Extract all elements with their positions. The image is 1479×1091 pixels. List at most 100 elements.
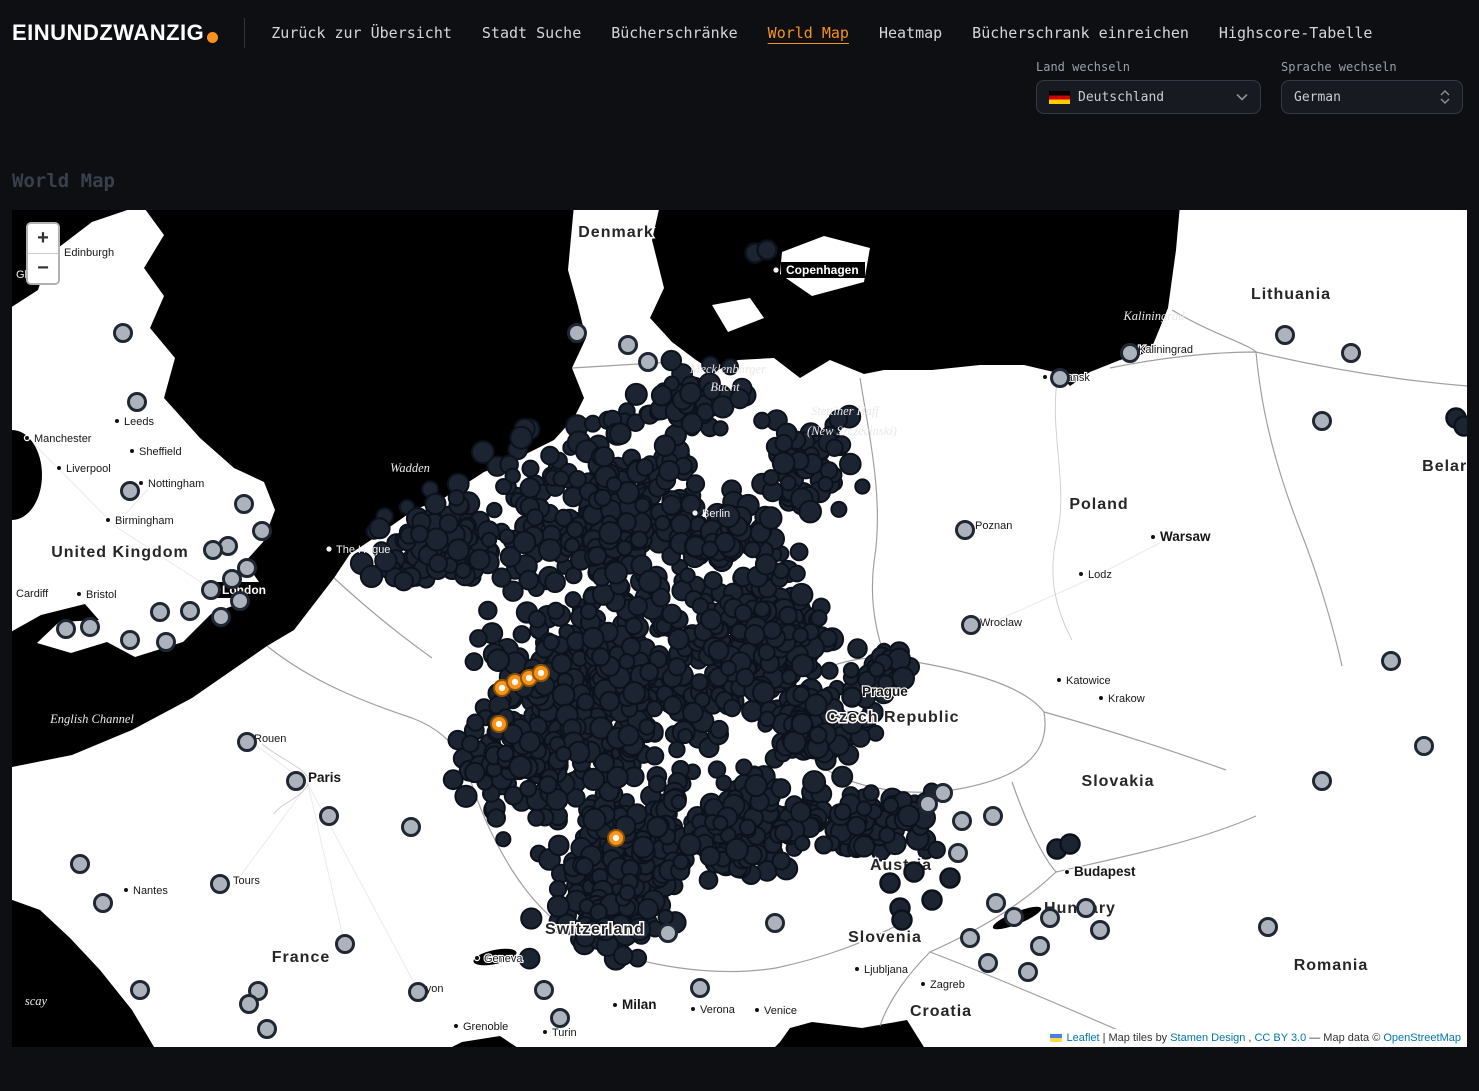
gray-map-marker[interactable]: [1020, 964, 1037, 981]
map-marker[interactable]: [496, 479, 511, 494]
dark-map-marker[interactable]: [893, 911, 912, 930]
map-marker[interactable]: [799, 501, 821, 523]
map-marker[interactable]: [669, 658, 686, 675]
map-marker[interactable]: [583, 809, 605, 831]
map-marker[interactable]: [595, 490, 611, 506]
map-marker[interactable]: [493, 569, 511, 587]
map-marker[interactable]: [639, 719, 654, 734]
map-marker[interactable]: [832, 767, 852, 787]
map-marker[interactable]: [566, 592, 581, 607]
gray-map-marker[interactable]: [122, 483, 139, 500]
map-marker[interactable]: [855, 479, 869, 493]
map-marker[interactable]: [795, 836, 809, 850]
map-marker[interactable]: [467, 715, 483, 731]
gray-map-marker[interactable]: [1032, 938, 1049, 955]
map-marker[interactable]: [821, 462, 838, 479]
map-marker[interactable]: [541, 447, 559, 465]
dark-map-marker[interactable]: [843, 688, 862, 707]
map-marker[interactable]: [835, 804, 851, 820]
map-marker[interactable]: [735, 605, 752, 622]
map-marker[interactable]: [898, 806, 919, 827]
map-marker[interactable]: [819, 477, 833, 491]
map-marker[interactable]: [674, 855, 689, 870]
map-marker[interactable]: [626, 618, 642, 634]
gray-map-marker[interactable]: [1314, 773, 1331, 790]
map-marker[interactable]: [671, 514, 691, 534]
gray-map-marker[interactable]: [241, 996, 258, 1013]
map-marker[interactable]: [840, 454, 861, 475]
map-marker[interactable]: [549, 836, 569, 856]
map-marker[interactable]: [791, 584, 813, 606]
map-marker[interactable]: [425, 494, 445, 514]
map-marker[interactable]: [669, 742, 684, 757]
gray-map-marker[interactable]: [692, 980, 709, 997]
map-marker[interactable]: [638, 899, 658, 919]
map-marker[interactable]: [553, 684, 575, 706]
gray-map-marker[interactable]: [129, 394, 146, 411]
map-marker[interactable]: [781, 476, 796, 491]
gray-map-marker[interactable]: [205, 542, 222, 559]
map-marker[interactable]: [479, 602, 496, 619]
gray-map-marker[interactable]: [259, 1021, 276, 1038]
map-marker[interactable]: [585, 416, 601, 432]
world-map[interactable]: United KingdomFrancePolandCzech Republic…: [12, 210, 1467, 1047]
map-marker[interactable]: [592, 648, 609, 665]
gray-map-marker[interactable]: [660, 925, 677, 942]
map-marker[interactable]: [426, 529, 448, 551]
map-marker[interactable]: [521, 478, 540, 497]
map-marker[interactable]: [640, 663, 658, 681]
map-marker[interactable]: [567, 522, 583, 538]
map-marker[interactable]: [789, 566, 805, 582]
map-marker[interactable]: [805, 694, 826, 715]
map-marker[interactable]: [662, 351, 681, 370]
gray-map-marker[interactable]: [1006, 909, 1023, 926]
map-marker[interactable]: [775, 825, 792, 842]
dark-map-marker[interactable]: [923, 891, 942, 910]
gray-map-marker[interactable]: [536, 982, 553, 999]
map-marker[interactable]: [599, 522, 621, 544]
map-marker[interactable]: [745, 542, 760, 557]
gray-map-marker[interactable]: [58, 621, 75, 638]
map-marker[interactable]: [577, 694, 594, 711]
dark-map-marker[interactable]: [881, 874, 900, 893]
logo[interactable]: EINUNDZWANZIG: [12, 20, 218, 46]
map-marker[interactable]: [679, 834, 700, 855]
map-marker[interactable]: [637, 459, 654, 476]
map-marker[interactable]: [588, 547, 606, 565]
map-marker[interactable]: [395, 572, 413, 590]
gray-map-marker[interactable]: [182, 603, 199, 620]
dark-map-marker[interactable]: [941, 869, 960, 888]
gray-map-marker[interactable]: [1314, 413, 1331, 430]
map-marker[interactable]: [773, 852, 790, 869]
map-marker[interactable]: [520, 732, 540, 752]
map-marker[interactable]: [500, 529, 514, 543]
map-marker[interactable]: [618, 541, 632, 555]
zoom-out-button[interactable]: −: [28, 254, 58, 283]
map-marker[interactable]: [462, 736, 478, 752]
map-marker[interactable]: [472, 441, 494, 463]
gray-map-marker[interactable]: [115, 325, 132, 342]
map-marker[interactable]: [639, 571, 661, 593]
map-marker[interactable]: [498, 746, 514, 762]
map-marker[interactable]: [844, 663, 859, 678]
map-marker[interactable]: [647, 701, 662, 716]
map-marker[interactable]: [554, 471, 569, 486]
gray-map-marker[interactable]: [288, 773, 305, 790]
map-marker[interactable]: [745, 625, 765, 645]
map-marker[interactable]: [623, 682, 645, 704]
map-marker[interactable]: [702, 542, 718, 558]
map-marker[interactable]: [548, 603, 564, 619]
map-marker[interactable]: [649, 776, 665, 792]
map-marker[interactable]: [444, 770, 463, 789]
gray-map-marker[interactable]: [158, 634, 175, 651]
map-marker[interactable]: [510, 427, 532, 449]
map-marker[interactable]: [764, 621, 782, 639]
map-marker[interactable]: [519, 571, 538, 590]
map-marker[interactable]: [552, 654, 571, 673]
map-marker[interactable]: [810, 727, 827, 744]
map-marker[interactable]: [631, 531, 647, 547]
gray-map-marker[interactable]: [980, 955, 997, 972]
map-marker[interactable]: [548, 896, 569, 917]
map-marker[interactable]: [646, 747, 663, 764]
gray-map-marker[interactable]: [72, 856, 89, 873]
